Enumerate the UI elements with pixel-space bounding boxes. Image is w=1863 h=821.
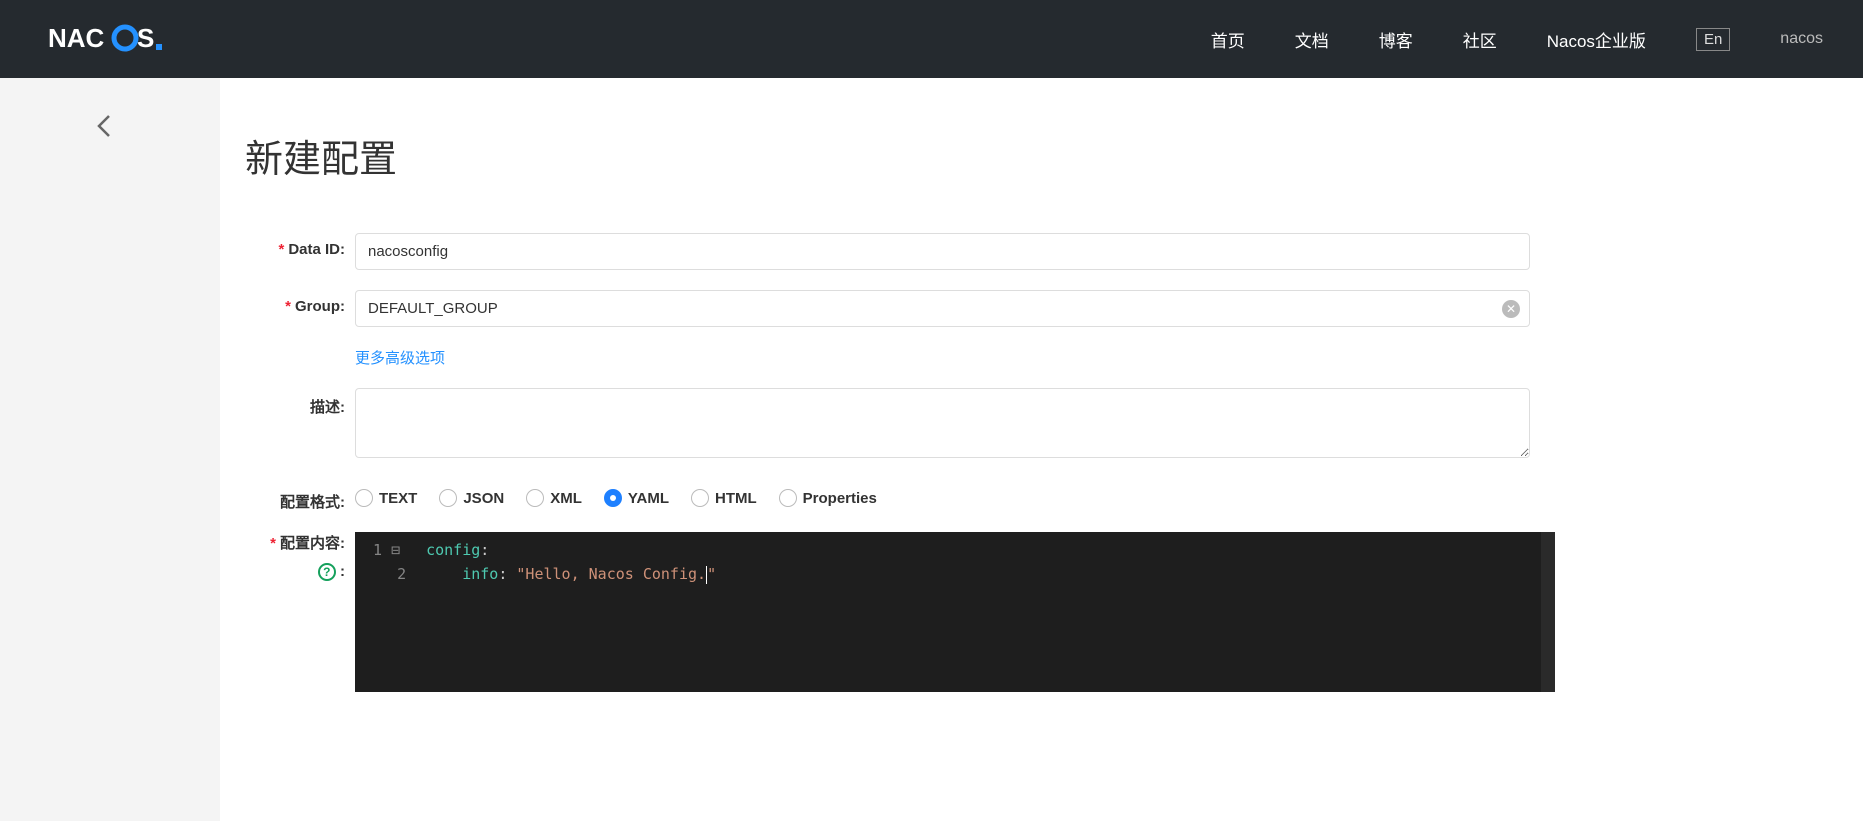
format-radio-yaml[interactable]: YAML (604, 489, 669, 507)
lang-switch[interactable]: En (1696, 28, 1730, 51)
help-icon[interactable]: ? (318, 563, 336, 581)
editor-scrollbar[interactable] (1541, 532, 1555, 692)
desc-input[interactable] (355, 388, 1530, 458)
line-number: 1 ⊟ (373, 538, 406, 562)
dataid-label: *Data ID: (245, 233, 355, 258)
nav-docs[interactable]: 文档 (1295, 27, 1329, 52)
logo-icon: NAC S (48, 24, 178, 54)
advanced-options-link[interactable]: 更多高级选项 (355, 350, 445, 367)
dataid-input[interactable] (355, 233, 1530, 270)
format-radio-xml[interactable]: XML (526, 489, 582, 507)
nav-community[interactable]: 社区 (1463, 27, 1497, 52)
svg-text:NAC: NAC (48, 24, 105, 53)
svg-text:S: S (137, 24, 154, 53)
nav-enterprise[interactable]: Nacos企业版 (1547, 27, 1646, 52)
line-number: 2 (373, 562, 406, 586)
clear-icon[interactable]: ✕ (1502, 300, 1520, 318)
config-editor[interactable]: 1 ⊟ 2 config: info: "Hello, Nacos Config… (355, 532, 1555, 692)
format-radio-json[interactable]: JSON (439, 489, 504, 507)
format-radio-properties[interactable]: Properties (779, 489, 877, 507)
nav-home[interactable]: 首页 (1211, 27, 1245, 52)
logo[interactable]: NAC S (48, 24, 178, 54)
group-input[interactable] (355, 290, 1530, 327)
format-radio-text[interactable]: TEXT (355, 489, 417, 507)
user-name[interactable]: nacos (1780, 30, 1823, 48)
page-title: 新建配置 (245, 128, 1863, 183)
format-radio-html[interactable]: HTML (691, 489, 757, 507)
desc-label: 描述: (245, 388, 355, 417)
group-label: *Group: (245, 290, 355, 315)
format-label: 配置格式: (245, 483, 355, 512)
back-icon[interactable] (95, 114, 115, 145)
top-header: NAC S 首页 文档 博客 社区 Nacos企业版 En nacos (0, 0, 1863, 78)
nav-blog[interactable]: 博客 (1379, 27, 1413, 52)
sidebar (0, 78, 220, 821)
content-label: 配置内容: (280, 535, 345, 552)
